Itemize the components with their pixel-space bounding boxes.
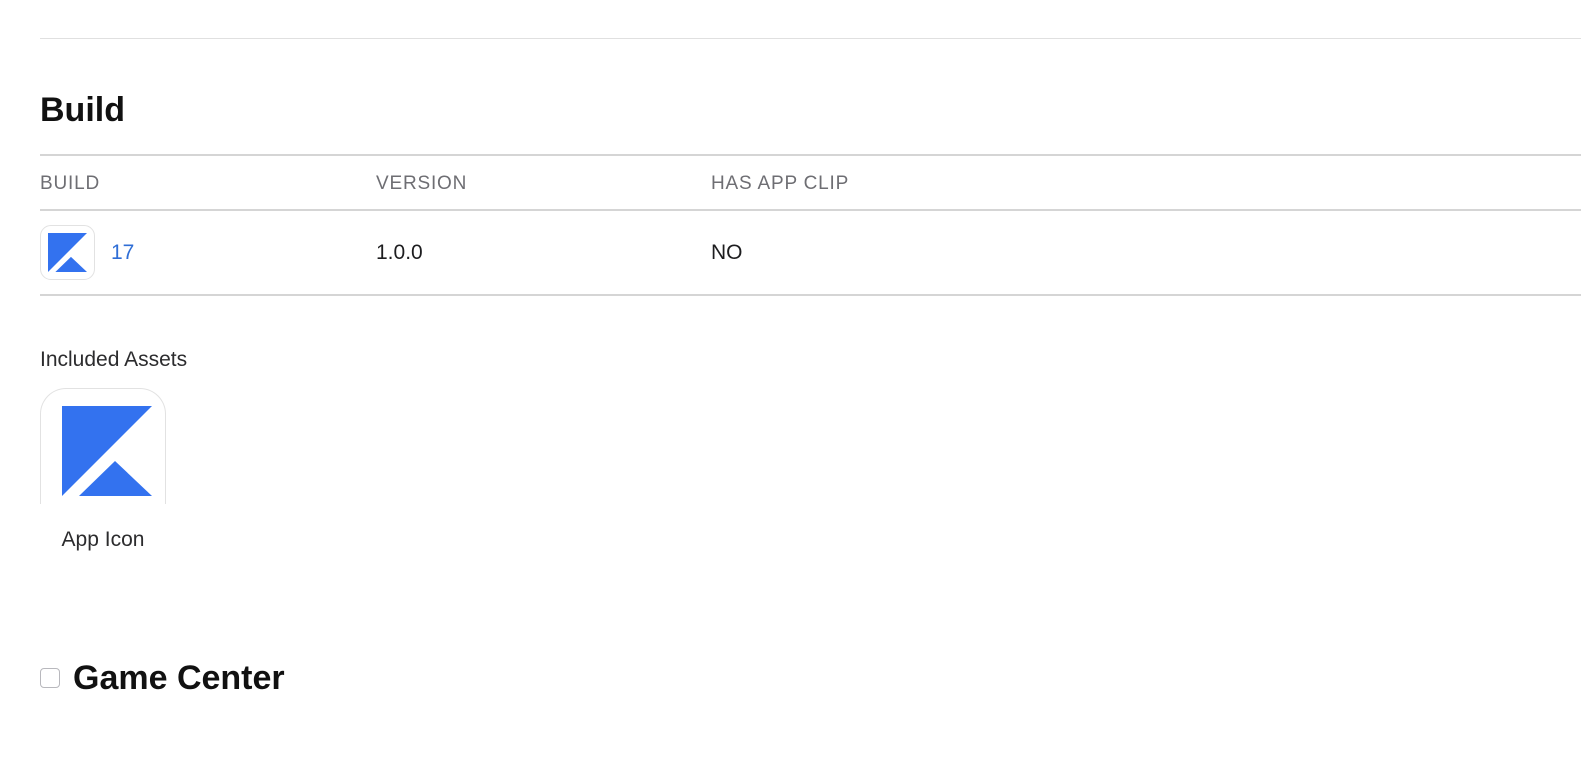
column-header-has-app-clip: HAS APP CLIP bbox=[711, 172, 850, 194]
column-header-build: BUILD bbox=[40, 172, 100, 194]
game-center-checkbox[interactable] bbox=[40, 668, 60, 688]
app-icon-caption: App Icon bbox=[61, 528, 145, 551]
table-header: BUILD VERSION HAS APP CLIP bbox=[40, 154, 1581, 211]
included-assets-label: Included Assets bbox=[40, 348, 188, 371]
build-table: BUILD VERSION HAS APP CLIP 17 1.0.0 NO bbox=[40, 154, 1581, 296]
app-icon bbox=[62, 406, 152, 496]
app-icon-asset[interactable] bbox=[40, 388, 166, 504]
app-icon bbox=[48, 233, 87, 272]
version-value: 1.0.0 bbox=[376, 240, 423, 264]
table-row: 17 1.0.0 NO bbox=[40, 211, 1581, 296]
game-center-row: Game Center bbox=[40, 656, 285, 700]
build-app-icon bbox=[40, 225, 95, 280]
build-section-title: Build bbox=[40, 91, 125, 129]
build-number-link[interactable]: 17 bbox=[111, 241, 134, 265]
page: Build BUILD VERSION HAS APP CLIP 17 1.0.… bbox=[0, 0, 1581, 768]
top-divider bbox=[40, 38, 1581, 39]
column-header-version: VERSION bbox=[376, 172, 468, 194]
has-app-clip-value: NO bbox=[711, 240, 743, 264]
game-center-title: Game Center bbox=[73, 659, 285, 697]
build-cell: 17 bbox=[40, 225, 376, 280]
